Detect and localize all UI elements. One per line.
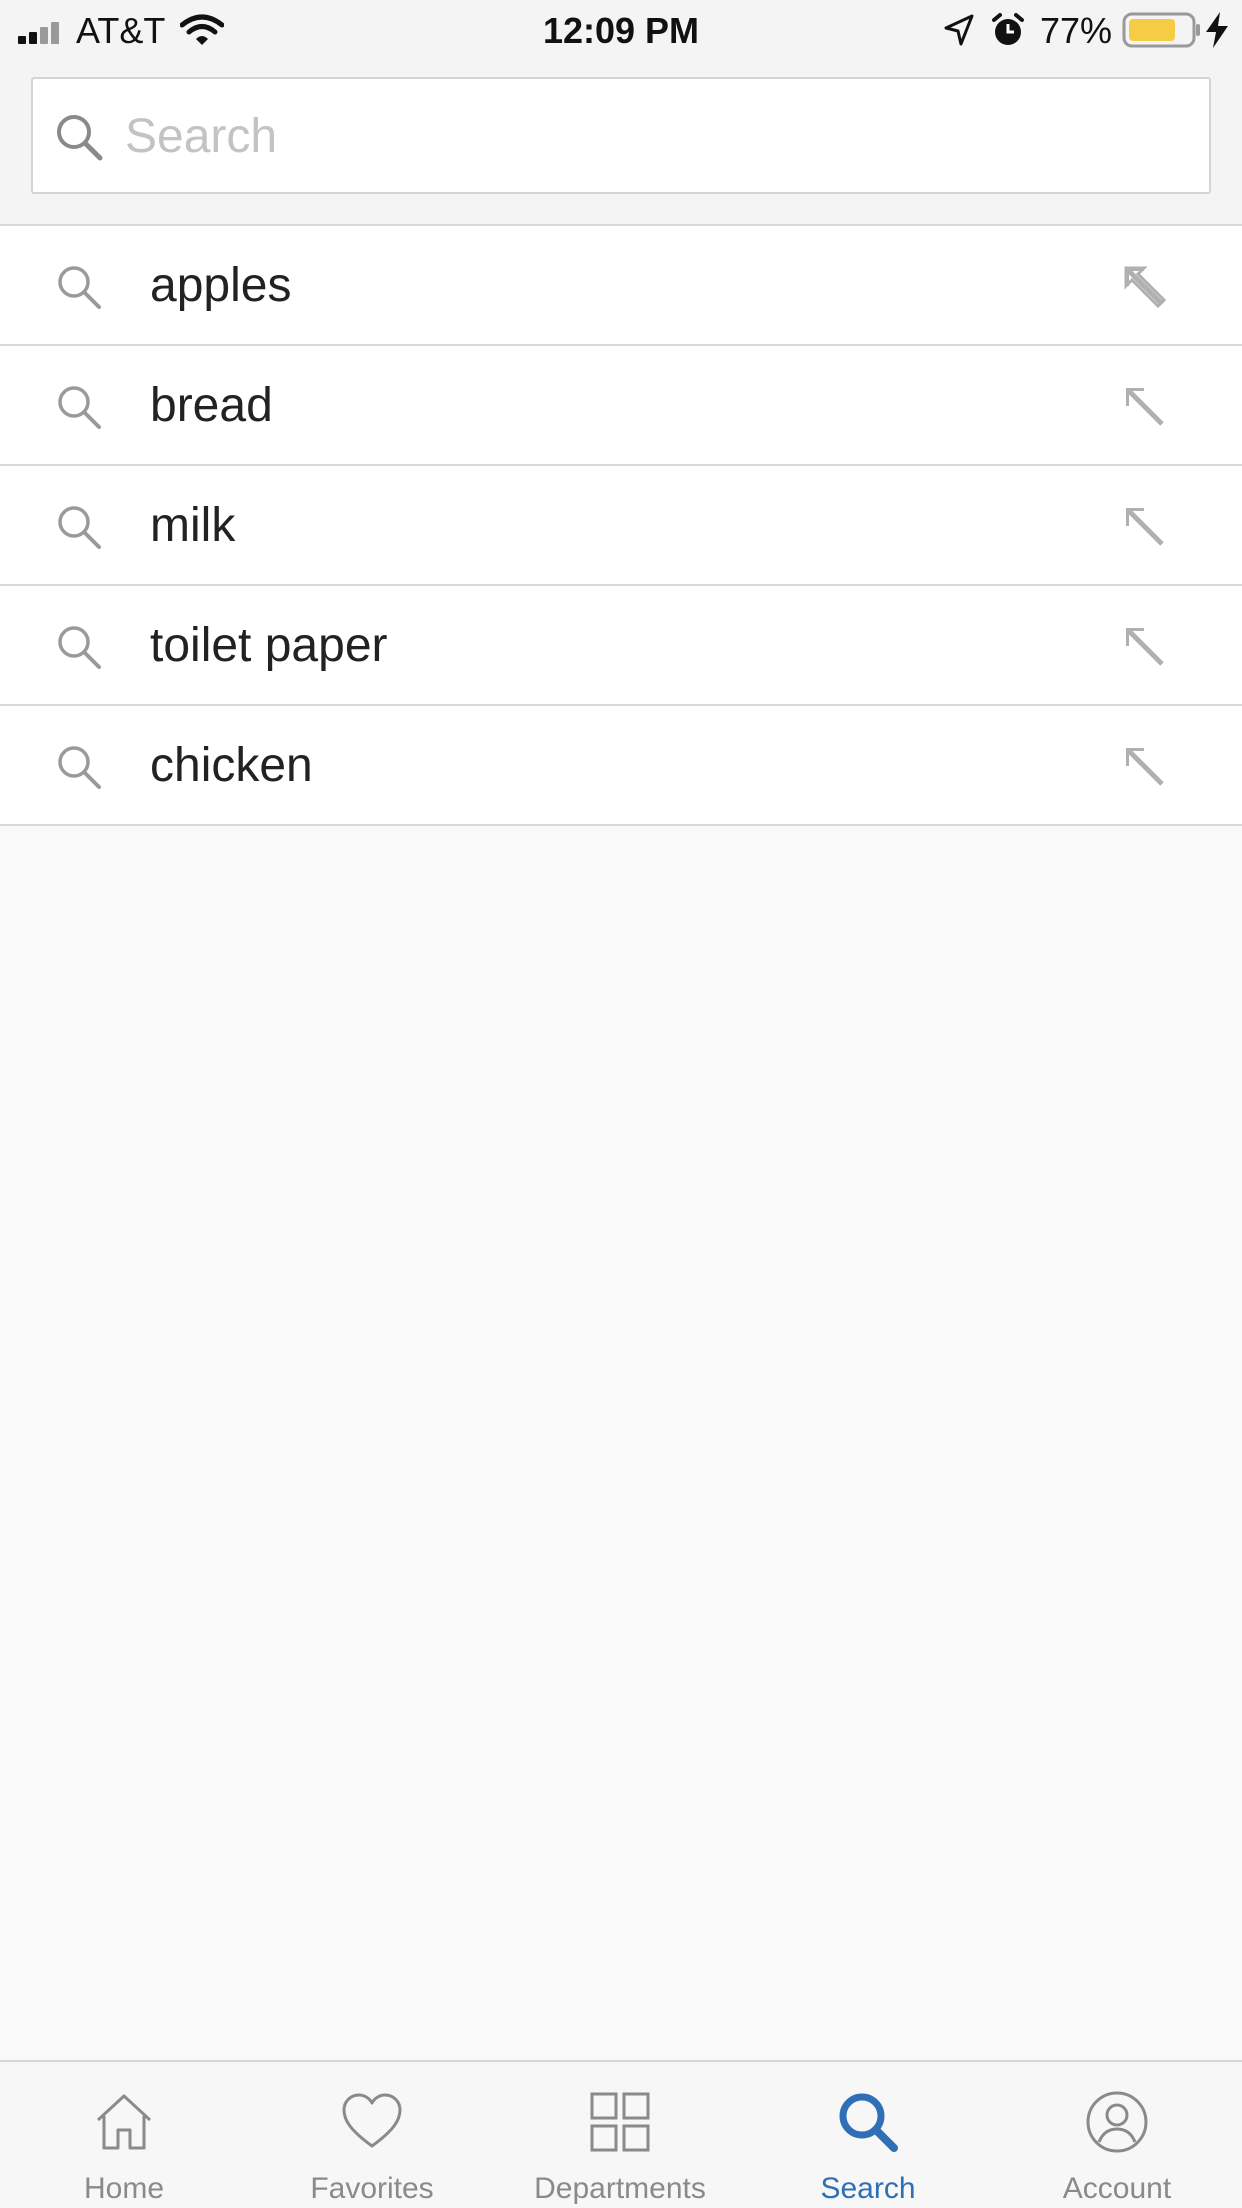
search-suggestions-list: apples bread milk toilet paper chicken [0, 226, 1242, 826]
search-header [0, 60, 1242, 226]
tab-label: Departments [534, 2172, 706, 2205]
charging-bolt-icon [1206, 12, 1228, 48]
alarm-clock-icon [992, 13, 1024, 45]
search-icon [58, 386, 101, 429]
tab-label: Search [820, 2172, 916, 2205]
search-box[interactable] [31, 77, 1211, 194]
suggestion-label: toilet paper [150, 619, 388, 672]
suggestion-label: bread [150, 379, 273, 432]
search-input[interactable] [123, 89, 1187, 184]
tab-home[interactable]: Home [0, 2062, 248, 2208]
search-icon [58, 506, 101, 549]
account-icon [1086, 2091, 1148, 2153]
tab-departments[interactable]: Departments [496, 2062, 744, 2208]
location-arrow-icon [944, 14, 974, 46]
tab-search[interactable]: Search [744, 2062, 992, 2208]
suggestion-item-apples[interactable]: apples [0, 226, 1242, 346]
tab-label: Home [83, 2172, 165, 2205]
arrow-up-left-icon[interactable] [1120, 262, 1172, 310]
suggestion-item-toilet-paper[interactable]: toilet paper [0, 586, 1242, 706]
suggestion-label: chicken [150, 739, 313, 792]
suggestion-item-milk[interactable]: milk [0, 466, 1242, 586]
heart-icon [342, 2093, 402, 2148]
grid-icon [590, 2092, 650, 2152]
tab-label: Favorites [310, 2172, 434, 2205]
status-bar: AT&T 12:09 PM 77% [0, 0, 1242, 60]
arrow-up-left-icon[interactable] [1120, 382, 1172, 430]
battery-percent: 77% [1040, 10, 1113, 51]
battery-icon [1122, 12, 1200, 48]
tab-account[interactable]: Account [992, 2062, 1242, 2208]
search-icon [839, 2093, 898, 2152]
search-icon [58, 266, 101, 309]
search-icon [58, 626, 101, 669]
bottom-tab-bar: Home Favorites Departments Search Accoun… [0, 2060, 1242, 2208]
home-icon [96, 2094, 152, 2150]
arrow-up-left-icon[interactable] [1120, 742, 1172, 790]
arrow-up-left-icon[interactable] [1120, 502, 1172, 550]
arrow-up-left-icon[interactable] [1120, 622, 1172, 670]
suggestion-label: milk [150, 499, 236, 552]
suggestion-label: apples [150, 259, 292, 312]
search-icon [58, 746, 101, 789]
suggestion-item-chicken[interactable]: chicken [0, 706, 1242, 826]
tab-favorites[interactable]: Favorites [248, 2062, 496, 2208]
search-icon [57, 115, 103, 161]
suggestion-item-bread[interactable]: bread [0, 346, 1242, 466]
tab-label: Account [1062, 2172, 1172, 2205]
